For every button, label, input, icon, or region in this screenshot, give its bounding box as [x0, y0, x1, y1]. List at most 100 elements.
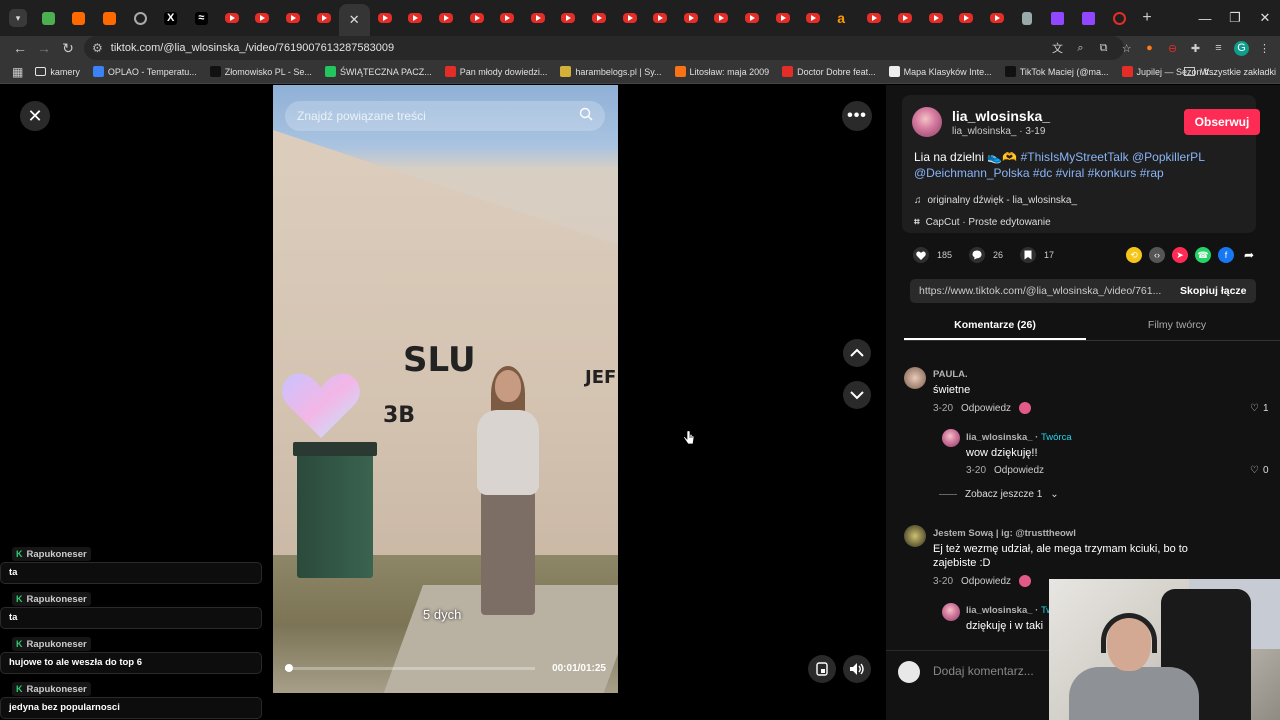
comment-avatar[interactable] [904, 367, 926, 389]
comment-author[interactable]: Jestem Sową | ig: @trusttheowl [933, 528, 1233, 539]
browser-tab[interactable] [798, 3, 829, 33]
bookmark-item[interactable]: harambelogs.pl | Sy... [560, 66, 662, 77]
hashtag-link[interactable]: @PopkillerPL [1132, 150, 1204, 164]
browser-tab[interactable]: X [155, 3, 186, 33]
reply-author[interactable]: lia_wlosinska_ [966, 605, 1033, 616]
browser-tab[interactable] [1073, 3, 1104, 33]
hashtag-link[interactable]: #dc [1033, 166, 1052, 180]
hashtag-link[interactable]: @Deichmann_Polska [914, 166, 1030, 180]
browser-tab[interactable] [1043, 3, 1074, 33]
forward-icon[interactable]: → [32, 40, 56, 56]
url-field[interactable]: ⚙ tiktok.com/@lia_wlosinska_/video/76190… [84, 36, 1124, 60]
browser-tab[interactable] [125, 3, 156, 33]
reply-author[interactable]: lia_wlosinska_ [966, 432, 1033, 443]
follow-button[interactable]: Obserwuj [1184, 109, 1260, 135]
restore-icon[interactable]: ❐ [1220, 10, 1250, 26]
reply-like-button[interactable]: ♡ 0 [1250, 465, 1269, 476]
author-avatar[interactable] [912, 107, 942, 137]
install-app-icon[interactable]: ⧉ [1096, 41, 1111, 56]
bookmark-item[interactable]: TikTok Maciej (@ma... [1004, 66, 1109, 77]
browser-tab[interactable] [614, 3, 645, 33]
bookmark-item[interactable]: Złomowisko PL - Se... [209, 66, 312, 77]
bookmark-item[interactable]: Doctor Dobre feat... [782, 66, 876, 77]
browser-tab[interactable] [247, 3, 278, 33]
minimize-icon[interactable]: — [1190, 11, 1220, 26]
site-settings-icon[interactable]: ⚙ [92, 41, 103, 55]
browser-tab[interactable] [951, 3, 982, 33]
volume-button[interactable] [843, 655, 871, 683]
profile-avatar-icon[interactable]: G [1234, 40, 1249, 56]
search-icon[interactable] [579, 107, 593, 121]
video-link[interactable]: https://www.tiktok.com/@lia_wlosinska_/v… [910, 285, 1170, 297]
browser-tab[interactable]: a [828, 3, 859, 33]
browser-tab[interactable] [1012, 3, 1043, 33]
capcut-link[interactable]: ⌗ CapCut · Proste edytowanie [914, 217, 1051, 228]
browser-tab[interactable] [706, 3, 737, 33]
reply-button[interactable]: Odpowiedz [961, 403, 1011, 414]
hashtag-link[interactable]: #rap [1140, 166, 1164, 180]
reply-button[interactable]: Odpowiedz [961, 576, 1011, 587]
browser-tab[interactable] [859, 3, 890, 33]
reload-icon[interactable]: ↻ [56, 40, 80, 57]
extension-red-icon[interactable]: ⊖ [1165, 41, 1180, 56]
hashtag-link[interactable]: #konkurs [1088, 166, 1137, 180]
facebook-icon[interactable]: f [1218, 247, 1234, 263]
browser-tab[interactable] [920, 3, 951, 33]
bookmark-item[interactable]: Mapa Klasyków Inte... [888, 66, 992, 77]
video-progress-bar[interactable] [285, 664, 535, 672]
all-bookmarks[interactable]: Wszystkie zakładki [1184, 67, 1276, 77]
media-control-icon[interactable]: ≡ [1211, 41, 1226, 56]
hashtag-link[interactable]: #viral [1056, 166, 1085, 180]
sound-link[interactable]: ♫ originalny dźwięk - lia_wlosinska_ [914, 195, 1077, 206]
author-name[interactable]: lia_wlosinska_ [952, 108, 1050, 124]
bookmark-item[interactable]: Pan młody dowiedzi... [444, 66, 547, 77]
translate-icon[interactable]: 文 [1050, 41, 1065, 56]
comment-avatar[interactable] [904, 525, 926, 547]
back-icon[interactable]: ← [8, 40, 32, 56]
comment-like-button[interactable]: ♡ 1 [1250, 403, 1269, 414]
browser-tab[interactable] [584, 3, 615, 33]
close-window-icon[interactable]: ✕ [1250, 10, 1280, 26]
browser-tab[interactable] [64, 3, 95, 33]
more-options-button[interactable]: ••• [842, 101, 872, 131]
bookmark-star-icon[interactable]: ☆ [1119, 41, 1134, 56]
browser-tab[interactable] [431, 3, 462, 33]
tab-creator-videos[interactable]: Filmy twórcy [1086, 311, 1268, 340]
browser-tab[interactable] [217, 3, 248, 33]
related-search-input[interactable]: Znajdź powiązane treści [285, 101, 605, 131]
previous-video-button[interactable] [843, 339, 871, 367]
extension-orange-icon[interactable]: ● [1142, 41, 1157, 56]
comment-author[interactable]: PAULA. [933, 369, 1233, 380]
apps-grid-icon[interactable]: ▦ [12, 65, 23, 79]
next-video-button[interactable] [843, 381, 871, 409]
browser-tab[interactable] [675, 3, 706, 33]
browser-tab[interactable] [461, 3, 492, 33]
like-button[interactable]: 185 [913, 247, 952, 263]
bookmark-item[interactable]: kamery [35, 66, 80, 77]
extensions-puzzle-icon[interactable]: ✚ [1188, 41, 1203, 56]
comment-button[interactable]: 26 [969, 247, 1003, 263]
active-browser-tab[interactable]: ✕ [338, 4, 370, 36]
bookmark-item[interactable]: ŚWIĄTECZNA PACZ... [324, 66, 432, 77]
browser-tab[interactable] [553, 3, 584, 33]
browser-tab[interactable] [737, 3, 768, 33]
browser-tab[interactable] [523, 3, 554, 33]
browser-tab[interactable] [278, 3, 309, 33]
bookmark-item[interactable]: Litosław: maja 2009 [674, 66, 769, 77]
progress-handle[interactable] [285, 664, 293, 672]
hashtag-link[interactable]: #ThisIsMyStreetTalk [1021, 150, 1129, 164]
browser-menu-icon[interactable]: ⋮ [1257, 41, 1272, 56]
browser-tab[interactable] [94, 3, 125, 33]
add-comment-input[interactable]: Dodaj komentarz... [933, 664, 1034, 678]
reply-avatar[interactable] [942, 603, 960, 621]
browser-tab[interactable] [767, 3, 798, 33]
zoom-icon[interactable]: ⌕ [1073, 41, 1088, 56]
browser-tab[interactable] [492, 3, 523, 33]
share-friends-icon[interactable]: ⟲ [1126, 247, 1142, 263]
send-icon[interactable]: ➤ [1172, 247, 1188, 263]
browser-tab[interactable] [33, 3, 64, 33]
browser-tab[interactable] [400, 3, 431, 33]
video-player[interactable]: SLU JEF 3B Znajdź powiązane treści 5 dyc… [273, 85, 618, 693]
browser-tab[interactable] [890, 3, 921, 33]
share-arrow-icon[interactable]: ➦ [1241, 247, 1257, 263]
